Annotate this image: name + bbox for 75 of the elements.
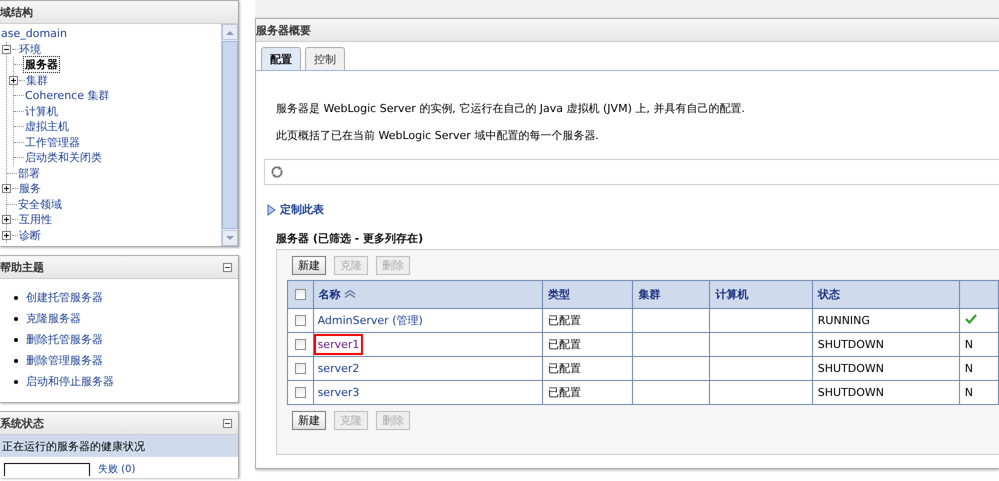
bullet-icon	[14, 358, 18, 362]
table-cell: 已配置	[542, 380, 633, 404]
tree-item[interactable]: Coherence 集群	[24, 88, 110, 104]
table-cell: N	[964, 338, 974, 351]
server-link[interactable]: server3	[316, 384, 362, 401]
toolbar-button[interactable]: 新建	[292, 410, 326, 430]
scroll-down-icon[interactable]	[226, 236, 234, 240]
help-link[interactable]: 删除托管服务器	[26, 332, 103, 347]
column-header[interactable]: 类型	[542, 280, 633, 308]
sort-icon[interactable]	[344, 290, 356, 298]
description-text: 此页概括了已在当前 WebLogic Server 域中配置的每一个服务器.	[275, 128, 600, 143]
expand-icon[interactable]	[2, 215, 11, 224]
table-cell: SHUTDOWN	[812, 380, 960, 404]
tree-item[interactable]: 诊断	[18, 228, 42, 243]
collapse-icon[interactable]	[223, 418, 232, 428]
table-cell: N	[964, 386, 974, 399]
expand-arrow-icon[interactable]	[267, 204, 276, 216]
tree-item[interactable]: 部署	[17, 166, 41, 181]
table-title: 服务器 (已筛选 - 更多列存在)	[276, 231, 424, 246]
tab[interactable]: 配置	[261, 47, 301, 70]
description-text: 服务器是 WebLogic Server 的实例, 它运行在自己的 Java 虚拟机 (JVM) 上, 并具有自己的配置.	[275, 101, 746, 116]
bullet-icon	[14, 296, 18, 300]
row-checkbox[interactable]	[294, 363, 306, 374]
tree-item[interactable]: 服务	[18, 181, 42, 196]
select-all-checkbox[interactable]	[294, 289, 306, 300]
row-checkbox[interactable]	[294, 339, 306, 350]
section-header: 正在运行的服务器的健康状况	[0, 435, 238, 457]
panel-title: 帮助主题	[0, 260, 44, 274]
table-cell: SHUTDOWN	[812, 332, 960, 356]
tree-item[interactable]: 安全领域	[17, 196, 63, 212]
table-cell: SHUTDOWN	[812, 356, 960, 380]
table-cell: 已配置	[542, 332, 633, 356]
expand-icon[interactable]	[2, 230, 11, 240]
expand-icon[interactable]	[9, 76, 18, 85]
tree-item[interactable]: 工作管理器	[24, 134, 81, 150]
tab[interactable]: 控制	[305, 47, 345, 70]
help-link[interactable]: 创建托管服务器	[26, 290, 103, 305]
column-header[interactable]: 状态	[812, 280, 960, 308]
expand-icon[interactable]	[2, 184, 11, 194]
help-link[interactable]: 克隆服务器	[26, 311, 81, 326]
bullet-icon	[14, 338, 18, 342]
help-link[interactable]: 删除管理服务器	[26, 353, 103, 368]
tree-item[interactable]: 集群	[25, 72, 49, 88]
scroll-up-icon[interactable]	[226, 30, 234, 34]
tree-item[interactable]: 环境	[18, 42, 42, 57]
scrollbar[interactable]	[221, 24, 238, 246]
panel-title: 系统状态	[0, 416, 44, 430]
table-cell: 已配置	[542, 356, 633, 380]
server-link[interactable]: server2	[316, 360, 362, 377]
customize-table-link[interactable]: 定制此表	[280, 202, 324, 217]
tree-item[interactable]: 计算机	[24, 104, 59, 119]
bullet-icon	[14, 316, 18, 320]
server-link[interactable]: server1	[316, 336, 362, 353]
toolbar-button[interactable]: 新建	[292, 256, 326, 274]
column-header[interactable]: 集群	[632, 280, 710, 308]
tree-item[interactable]: 启动类和关闭类	[24, 150, 103, 166]
bullet-icon	[14, 380, 18, 384]
tree-item[interactable]: ase_domain	[0, 26, 68, 42]
table-cell: N	[964, 362, 974, 375]
panel-title: 域结构	[0, 4, 33, 20]
tree-item[interactable]: 互用性	[18, 212, 53, 228]
panel-title: 服务器概要	[256, 22, 311, 38]
refresh-icon[interactable]	[270, 165, 284, 179]
tree-item[interactable]: 虚拟主机	[24, 119, 70, 134]
column-header[interactable]: 名称	[313, 280, 542, 308]
row-checkbox[interactable]	[294, 387, 306, 398]
collapse-icon[interactable]	[223, 262, 232, 272]
column-header[interactable]: 计算机	[710, 280, 812, 308]
collapse-icon[interactable]	[2, 44, 11, 54]
row-checkbox[interactable]	[294, 315, 306, 326]
status-link[interactable]: 失败 (0)	[98, 463, 136, 476]
table-cell: RUNNING	[812, 308, 960, 332]
tree-item[interactable]: 服务器	[24, 57, 59, 72]
table-cell: 已配置	[542, 308, 633, 332]
help-link[interactable]: 启动和停止服务器	[26, 374, 114, 389]
